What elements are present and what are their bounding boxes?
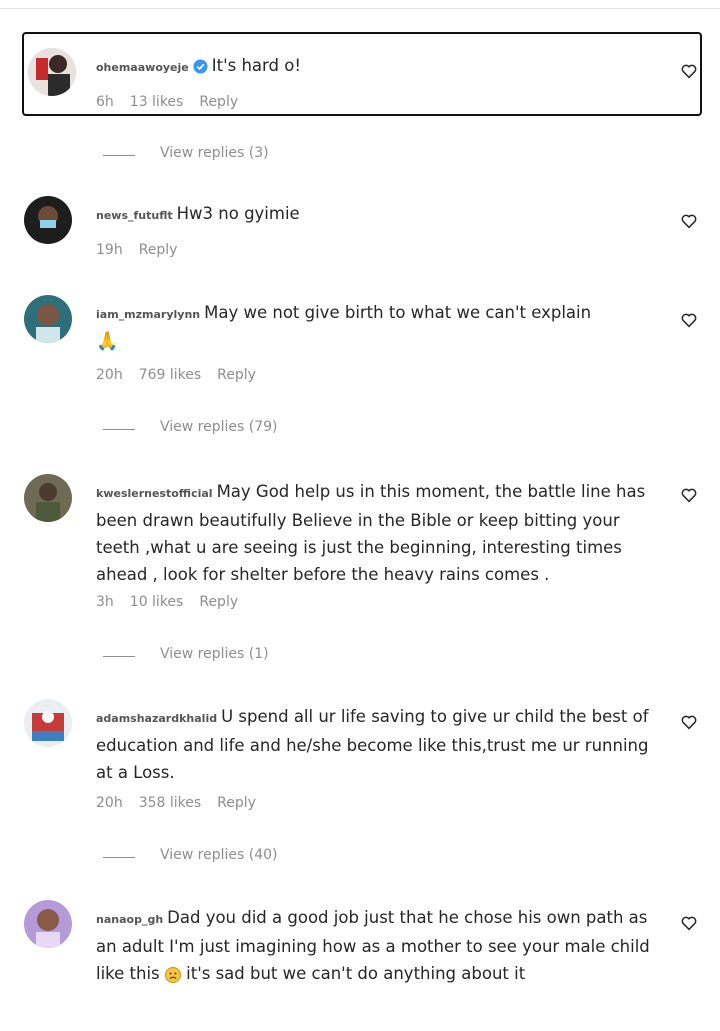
heart-outline-icon[interactable] — [680, 713, 698, 731]
view-replies-label: View replies (40) — [160, 847, 278, 863]
comment-username[interactable]: iam_mzmarylynn — [96, 308, 200, 321]
replies-divider — [103, 656, 135, 657]
comment-time: 20h — [96, 367, 123, 383]
comment-likes[interactable]: 769 likes — [139, 367, 201, 383]
comment-username[interactable]: ohemaawoyeje — [96, 61, 189, 74]
heart-outline-icon[interactable] — [680, 486, 698, 504]
comment-text: news_futuflt Hw3 no gyimie — [96, 200, 664, 229]
comment-likes[interactable]: 13 likes — [130, 94, 184, 110]
avatar[interactable] — [28, 48, 76, 96]
comment-body: It's hard o! — [211, 56, 301, 75]
comment-time: 6h — [96, 94, 114, 110]
view-replies-label: View replies (1) — [160, 646, 269, 662]
avatar[interactable] — [24, 699, 72, 747]
reply-button[interactable]: Reply — [217, 367, 256, 383]
view-replies-label: View replies (79) — [160, 419, 278, 435]
heart-outline-icon[interactable] — [680, 311, 698, 329]
top-divider — [0, 8, 720, 9]
comment-likes[interactable]: 10 likes — [130, 594, 184, 610]
comment-text: adamshazardkhalid U spend all ur life sav… — [96, 703, 664, 786]
heart-outline-icon[interactable] — [680, 62, 698, 80]
comment-time: 20h — [96, 795, 123, 811]
replies-divider — [103, 857, 135, 858]
comment-meta: 20h 358 likes Reply — [96, 795, 272, 811]
comment-text: kweslernestofficial May God help us in th… — [96, 478, 664, 588]
avatar[interactable] — [24, 474, 72, 522]
comment-body: Hw3 no gyimie — [176, 204, 300, 223]
reply-button[interactable]: Reply — [217, 795, 256, 811]
avatar[interactable] — [24, 295, 72, 343]
comment-username[interactable]: kweslernestofficial — [96, 487, 213, 500]
heart-outline-icon[interactable] — [680, 914, 698, 932]
heart-outline-icon[interactable] — [680, 212, 698, 230]
comment-text: ohemaawoyeje It's hard o! — [96, 52, 664, 81]
comment-likes[interactable]: 358 likes — [139, 795, 201, 811]
comment-meta: 6h 13 likes Reply — [96, 94, 254, 110]
replies-divider — [103, 429, 135, 430]
sad-face-emoji — [164, 966, 181, 983]
reply-button[interactable]: Reply — [199, 594, 238, 610]
replies-divider — [103, 155, 135, 156]
comment-text: nanaop_gh Dad you did a good job just tha… — [96, 904, 664, 987]
comment-item: nanaop_gh Dad you did a good job just tha… — [22, 900, 702, 1020]
comment-meta: 3h 10 likes Reply — [96, 594, 254, 610]
comment-item: adamshazardkhalid U spend all ur life sav… — [22, 699, 702, 819]
comment-meta: 20h 769 likes Reply — [96, 367, 272, 383]
comment-meta: 19h Reply — [96, 242, 193, 258]
avatar[interactable] — [24, 196, 72, 244]
reply-button[interactable]: Reply — [199, 94, 238, 110]
avatar[interactable] — [24, 900, 72, 948]
comment-text: iam_mzmarylynn May we not give birth to w… — [96, 299, 664, 355]
folded-hands-emoji: 🙏 — [96, 331, 119, 352]
comment-time: 19h — [96, 242, 123, 258]
view-replies-label: View replies (3) — [160, 145, 269, 161]
comment-username[interactable]: news_futuflt — [96, 209, 173, 222]
comment-item: iam_mzmarylynn May we not give birth to w… — [22, 295, 702, 395]
comment-item: ohemaawoyeje It's hard o! 6h 13 likes Reply — [22, 32, 702, 116]
reply-button[interactable]: Reply — [139, 242, 178, 258]
comment-item: news_futuflt Hw3 no gyimie 19h Reply — [22, 196, 702, 268]
comment-body-continued: it's sad but we can't do anything about … — [186, 964, 526, 983]
comment-time: 3h — [96, 594, 114, 610]
comment-username[interactable]: nanaop_gh — [96, 913, 163, 926]
verified-badge-icon — [193, 59, 208, 74]
comment-body: May we not give birth to what we can't e… — [204, 303, 592, 322]
comment-item: kweslernestofficial May God help us in th… — [22, 474, 702, 619]
comment-username[interactable]: adamshazardkhalid — [96, 712, 217, 725]
